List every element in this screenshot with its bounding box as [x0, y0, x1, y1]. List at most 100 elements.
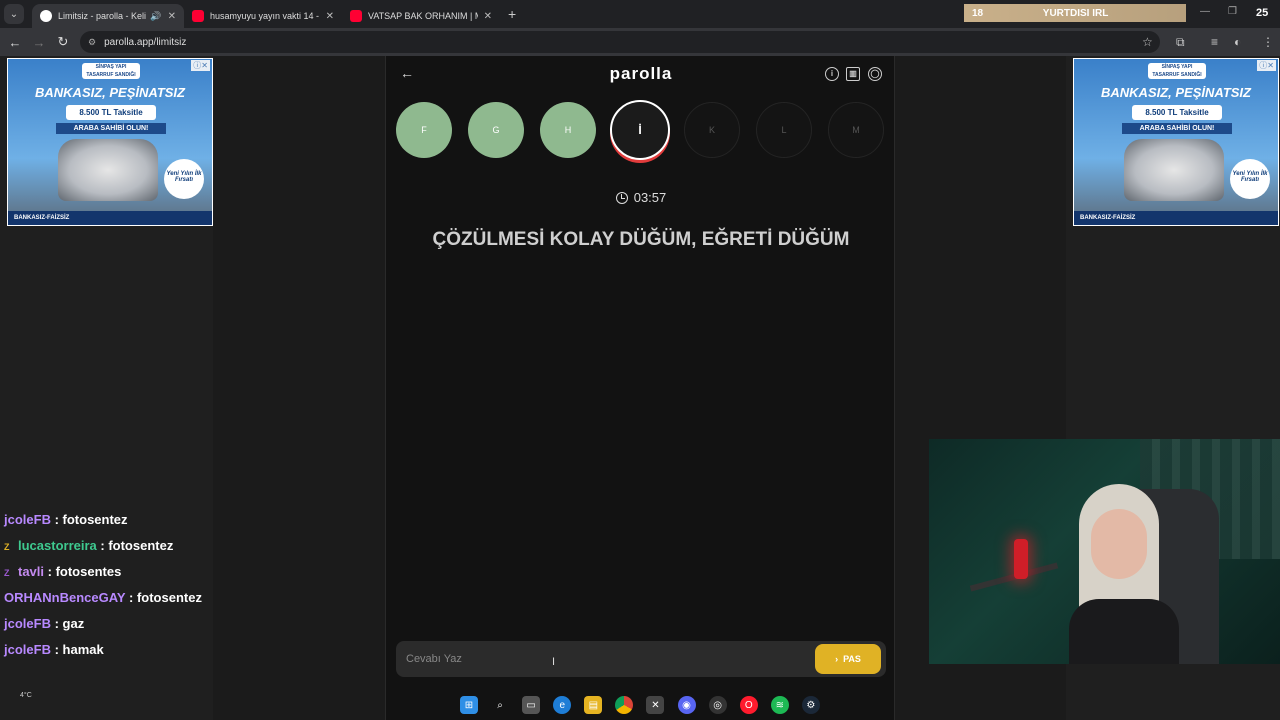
youtube-icon: [350, 10, 362, 22]
spotify-icon[interactable]: ≋: [770, 696, 789, 714]
ad-badge: Yeni Yılın İlk Fırsatı: [1230, 159, 1270, 199]
letter-f: F: [396, 102, 452, 158]
forward-icon[interactable]: →: [27, 35, 51, 50]
tab-parolla[interactable]: Limitsiz - parolla - Kelime o 🔊 ✕: [32, 4, 184, 28]
ad-brand: SİNPAŞ YAPI TASARRUF SANDIĞI: [82, 63, 140, 79]
chat-text: fotosentez: [136, 590, 202, 605]
chat-message: jcoleFB : hamak: [4, 642, 104, 657]
parolla-favicon: [40, 10, 52, 22]
chat-text: fotosentes: [55, 564, 122, 579]
profile-avatar[interactable]: ◐: [1234, 35, 1241, 49]
chat-username: jcoleFB: [4, 512, 51, 527]
streamer-face: [1091, 509, 1147, 579]
stream-chat: jcoleFB : fotosentez Zlucastorreira : fo…: [4, 510, 219, 666]
restore-icon[interactable]: ❐: [1228, 6, 1237, 17]
left-ad-banner[interactable]: SİNPAŞ YAPI TASARRUF SANDIĞI BANKASIZ, P…: [7, 58, 213, 226]
ad-brand: SİNPAŞ YAPI TASARRUF SANDIĞI: [1148, 63, 1206, 79]
menu-dots-icon[interactable]: ⋮: [1262, 35, 1274, 49]
url-text: parolla.app/limitsiz: [104, 36, 187, 48]
steam-icon[interactable]: ⚙: [801, 696, 820, 714]
edge-icon[interactable]: e: [553, 696, 572, 714]
answer-box: › PAS: [396, 641, 886, 677]
letter-h: H: [540, 102, 596, 158]
streamer-body: [1069, 599, 1179, 664]
overlay-center: YURTDISI IRL: [1042, 7, 1109, 19]
question-text: ÇÖZÜLMESİ KOLAY DÜĞÜM, EĞRETİ DÜĞÜM: [432, 229, 850, 250]
close-tab-icon[interactable]: ✕: [168, 11, 176, 22]
browser-toolbar: ← → ↻ ⚙ parolla.app/limitsiz: [0, 28, 1280, 56]
profile-icon[interactable]: ◯: [868, 67, 882, 81]
letter-k: K: [684, 102, 740, 158]
task-view-icon[interactable]: ▭: [522, 696, 541, 714]
speaker-icon[interactable]: 🔊: [150, 11, 161, 22]
ad-price: 8.500 TL Taksitle: [1132, 105, 1222, 120]
tab-youtube-2[interactable]: VATSAP BAK ORHANIM | Mada ✕: [342, 4, 500, 28]
tab-search-button[interactable]: ⌄: [4, 4, 24, 24]
reading-list-icon[interactable]: ≡: [1211, 35, 1218, 49]
overlay-right: 25: [1256, 7, 1269, 19]
tab-title: Limitsiz - parolla - Kelime o: [58, 11, 147, 21]
new-tab-button[interactable]: +: [508, 6, 516, 22]
adchoices-icon[interactable]: ⓘ✕: [191, 60, 210, 71]
extensions-icon[interactable]: ⧉: [1176, 35, 1185, 50]
tab-title: VATSAP BAK ORHANIM | Mada: [368, 11, 478, 21]
windows-start-icon[interactable]: ⊞: [460, 696, 478, 714]
chat-message: Ztavli : fotosentes: [4, 562, 219, 588]
chrome-icon[interactable]: [615, 696, 634, 714]
microphone: [1014, 539, 1028, 579]
timer: 03:57: [386, 190, 896, 205]
close-tab-icon[interactable]: ✕: [484, 11, 492, 22]
bookmark-star-icon[interactable]: ☆: [1142, 35, 1153, 49]
game-panel: ← parolla i ▥ ◯ F G H İ K L M 03:57 ÇÖZÜ…: [385, 56, 895, 720]
clock-icon: [615, 192, 628, 204]
tab-youtube-1[interactable]: husamyuyu yayın vakti 14 - You ✕: [184, 4, 342, 28]
game-header: ← parolla i ▥ ◯: [386, 56, 896, 92]
webcam-feed: [929, 439, 1280, 664]
search-icon[interactable]: ⌕: [491, 696, 509, 714]
pass-button[interactable]: › PAS: [815, 644, 881, 674]
adchoices-icon[interactable]: ⓘ✕: [1257, 60, 1276, 71]
car-image: [58, 139, 158, 201]
site-info-icon[interactable]: ⚙: [88, 37, 96, 48]
chat-badge: Z: [4, 542, 10, 552]
right-ad-banner[interactable]: SİNPAŞ YAPI TASARRUF SANDIĞI BANKASIZ, P…: [1073, 58, 1279, 226]
ad-headline: BANKASIZ, PEŞİNATSIZ: [35, 85, 185, 100]
chat-text: fotosentez: [62, 512, 128, 527]
chat-username: ORHANnBenceGAY: [4, 590, 126, 605]
ad-footer: BANKASIZ-FAİZSİZ: [8, 211, 212, 225]
chat-username: tavli: [18, 564, 45, 579]
close-tab-icon[interactable]: ✕: [326, 11, 334, 22]
obs-icon[interactable]: ◎: [708, 696, 727, 714]
chat-badge: Z: [4, 568, 10, 578]
ad-headline: BANKASIZ, PEŞİNATSIZ: [1101, 85, 1251, 100]
stats-icon[interactable]: ▥: [846, 67, 860, 81]
minimize-icon[interactable]: —: [1200, 6, 1210, 17]
parolla-logo: parolla: [609, 64, 673, 83]
stream-overlay-bar: 18 YURTDISI IRL: [964, 4, 1186, 22]
letter-i-current: İ: [610, 100, 670, 160]
file-explorer-icon[interactable]: ▤: [584, 696, 603, 714]
ad-cta: ARABA SAHİBİ OLUN!: [56, 123, 166, 134]
capcut-icon[interactable]: ✕: [646, 696, 665, 714]
letter-g: G: [468, 102, 524, 158]
info-icon[interactable]: i: [825, 67, 839, 81]
car-image: [1124, 139, 1224, 201]
back-icon[interactable]: ←: [3, 35, 27, 50]
answer-input[interactable]: [406, 647, 806, 671]
discord-icon[interactable]: ◉: [677, 696, 696, 714]
overlay-left: 18: [972, 7, 984, 19]
ad-cta: ARABA SAHİBİ OLUN!: [1122, 123, 1232, 134]
address-bar[interactable]: ⚙ parolla.app/limitsiz: [80, 31, 1160, 53]
ad-footer: BANKASIZ-FAİZSİZ: [1074, 211, 1278, 225]
letter-m: M: [828, 102, 884, 158]
weather-widget[interactable]: 4°C: [20, 692, 32, 699]
reload-icon[interactable]: ↻: [51, 34, 75, 50]
chat-username: jcoleFB: [4, 642, 51, 657]
text-cursor-icon: I: [552, 656, 556, 668]
opera-icon[interactable]: O: [739, 696, 758, 714]
tab-title: husamyuyu yayın vakti 14 - You: [210, 11, 320, 21]
chat-message: Zlucastorreira : fotosentez: [4, 536, 219, 562]
chevron-right-icon: ›: [835, 654, 839, 664]
chat-text: hamak: [62, 642, 104, 657]
timer-value: 03:57: [633, 190, 667, 205]
